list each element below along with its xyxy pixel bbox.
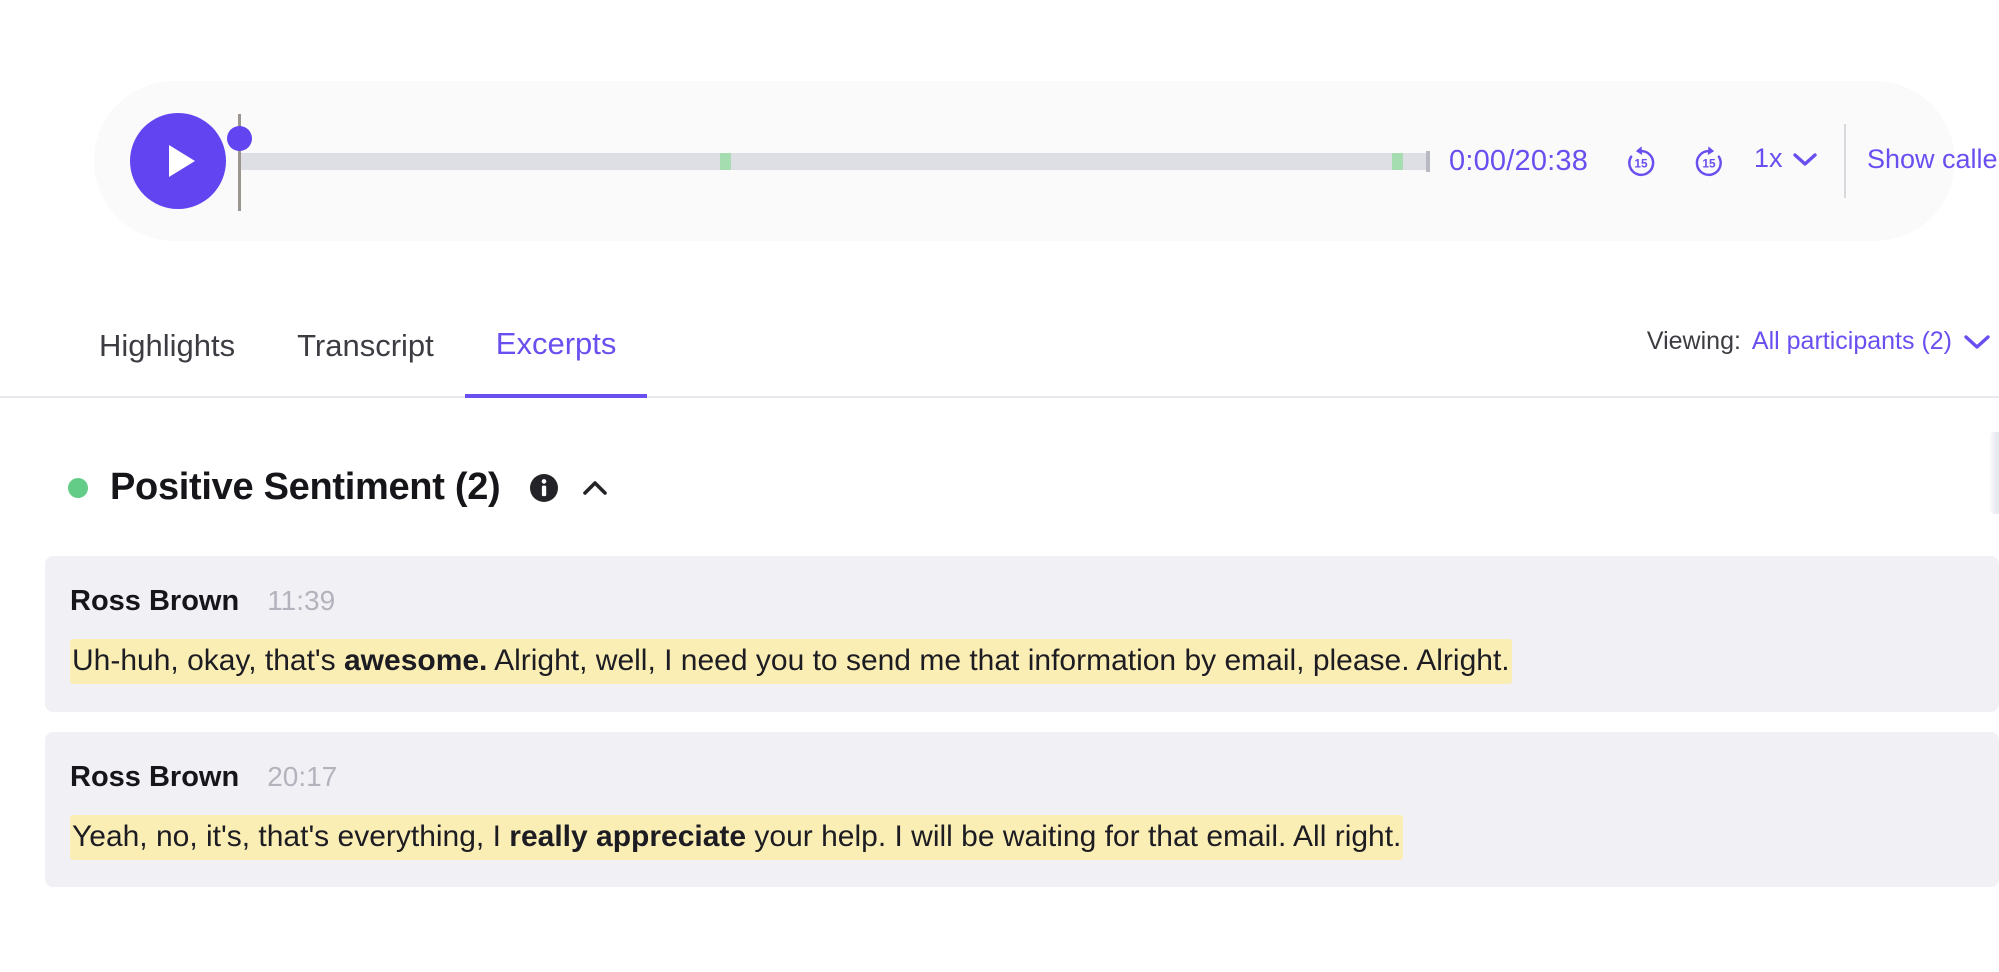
play-button[interactable] — [130, 113, 226, 209]
viewing-label: Viewing: — [1646, 327, 1741, 355]
playhead-knob[interactable] — [227, 126, 252, 151]
toolbar-divider — [1844, 124, 1846, 198]
play-icon — [169, 145, 195, 177]
scroll-indicator[interactable] — [1989, 432, 1999, 514]
speaker-name: Ross Brown — [70, 760, 240, 793]
track-end-cap — [1426, 151, 1430, 172]
info-icon[interactable] — [529, 473, 559, 503]
excerpt-card[interactable]: Ross Brown 20:17 Yeah, no, it's, that's ev… — [45, 731, 1999, 887]
excerpt-card[interactable]: Ross Brown 11:39 Uh-huh, okay, that's awes… — [45, 556, 1999, 712]
sentiment-marker[interactable] — [1392, 153, 1404, 170]
excerpt-text: Uh-huh, okay, that's awesome. Alright, w… — [45, 639, 1999, 684]
excerpt-meta: Ross Brown 20:17 — [45, 761, 1999, 794]
tab-list: Highlights Transcript Excerpts — [68, 314, 648, 398]
tab-excerpts[interactable]: Excerpts — [464, 314, 648, 398]
excerpt-text-run: your help. I will be waiting for that em… — [746, 819, 1402, 853]
viewing-filter[interactable]: Viewing: All participants (2) — [1647, 327, 1991, 356]
excerpt-highlight: Yeah, no, it's, that's everything, I rea… — [70, 814, 1404, 860]
excerpt-meta: Ross Brown 11:39 — [45, 585, 1999, 618]
speaker-name: Ross Brown — [70, 585, 240, 617]
rewind-15-icon[interactable]: 15 — [1622, 143, 1660, 181]
excerpt-highlight: Uh-huh, okay, that's awesome. Alright, w… — [70, 639, 1512, 684]
playback-speed-label: 1x — [1754, 143, 1783, 173]
positive-sentiment-dot — [68, 477, 88, 498]
playback-speed-control[interactable]: 1x — [1754, 143, 1818, 174]
excerpt-timestamp[interactable]: 20:17 — [267, 761, 337, 793]
progress-track[interactable] — [238, 153, 1428, 170]
excerpt-text-run: Uh-huh, okay, that's — [72, 644, 344, 677]
keyword-emphasis: really appreciate — [509, 819, 747, 853]
audio-player-bar: 0:00/20:38 15 15 1x Show callers — [94, 81, 1999, 241]
sentiment-section-header: Positive Sentiment (2) — [68, 466, 609, 509]
excerpt-text-run: Alright, well, I need you to send me tha… — [487, 644, 1510, 677]
playhead[interactable] — [227, 114, 252, 211]
chevron-down-icon — [1792, 152, 1817, 166]
tab-bar: Highlights Transcript Excerpts Viewing: Al… — [0, 314, 1999, 398]
forward-15-icon[interactable]: 15 — [1690, 143, 1728, 181]
viewing-value[interactable]: All participants (2) — [1752, 327, 1952, 356]
tab-highlights[interactable]: Highlights — [68, 314, 266, 398]
section-title: Positive Sentiment (2) — [110, 466, 501, 508]
svg-text:15: 15 — [1634, 157, 1648, 171]
svg-text:15: 15 — [1702, 157, 1716, 171]
excerpt-text-run: Yeah, no, it's, that's everything, I — [72, 819, 510, 853]
keyword-emphasis: awesome. — [343, 644, 488, 677]
sentiment-marker[interactable] — [719, 153, 731, 170]
chevron-up-icon[interactable] — [581, 474, 609, 502]
show-callers-button[interactable]: Show callers — [1867, 144, 1999, 175]
time-readout: 0:00/20:38 — [1449, 145, 1589, 177]
tab-transcript[interactable]: Transcript — [266, 314, 465, 398]
chevron-down-icon[interactable] — [1963, 333, 1991, 350]
excerpt-timestamp[interactable]: 11:39 — [267, 585, 335, 617]
excerpt-text: Yeah, no, it's, that's everything, I rea… — [45, 814, 1999, 860]
scrub-track-zone[interactable] — [227, 81, 1430, 241]
excerpt-list: Ross Brown 11:39 Uh-huh, okay, that's awes… — [45, 556, 1999, 907]
